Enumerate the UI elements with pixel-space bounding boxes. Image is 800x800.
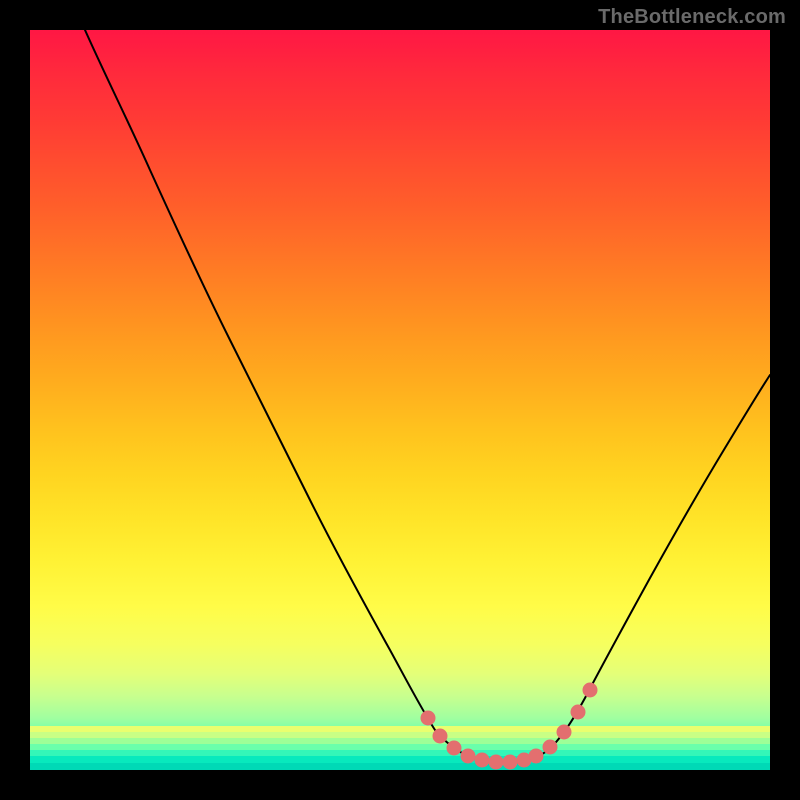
plot-area [30, 30, 770, 770]
watermark-text: TheBottleneck.com [598, 6, 786, 29]
chart-container: TheBottleneck.com [0, 0, 800, 800]
curve-svg [30, 30, 770, 770]
green-stripe-band [30, 726, 770, 770]
bottleneck-curve [85, 30, 770, 763]
